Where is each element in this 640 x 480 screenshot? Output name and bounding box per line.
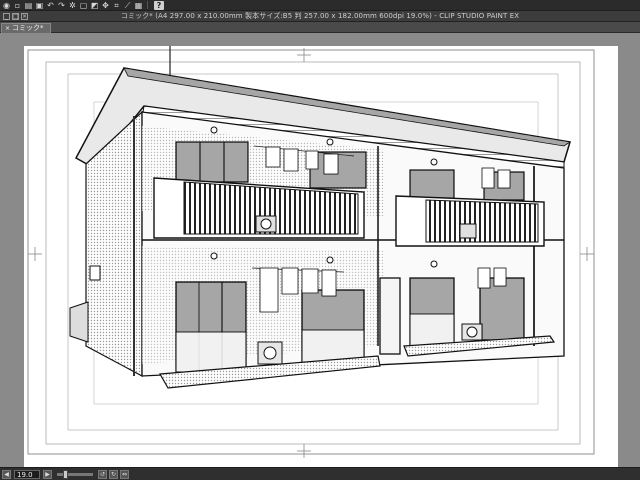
transform-icon[interactable]: ✥ <box>101 1 110 10</box>
rotate-left-button[interactable]: ↺ <box>98 469 107 479</box>
eye-icon[interactable]: ◉ <box>2 1 11 10</box>
command-bar: ◉ ▫ ▤ ▣ ↶ ↷ ✲ ▢ ◩ ✥ ⌗ ⟋ ▦ ? <box>0 0 640 11</box>
balcony-railing-right <box>425 199 539 243</box>
toolbar-divider <box>147 1 148 9</box>
upper-window-right <box>409 169 455 201</box>
redo-icon[interactable]: ↷ <box>57 1 66 10</box>
save-icon[interactable]: ▣ <box>35 1 44 10</box>
canvas-area[interactable] <box>0 33 640 467</box>
grid-icon[interactable]: ▦ <box>134 1 143 10</box>
open-file-icon[interactable]: ▤ <box>24 1 33 10</box>
clear-icon[interactable]: ▢ <box>79 1 88 10</box>
rotate-controls: ↺ ↻ ⇔ <box>98 469 129 479</box>
document-tab-bar: × コミック* <box>0 22 640 33</box>
settings-icon[interactable]: ✲ <box>68 1 77 10</box>
entrance-door <box>379 277 401 355</box>
side-gas-meter <box>69 301 89 343</box>
snap-icon[interactable]: ⌗ <box>112 1 121 10</box>
fill-icon[interactable]: ◩ <box>90 1 99 10</box>
status-bar: ◀ 19.0 ▶ ↺ ↻ ⇔ <box>0 467 640 480</box>
tab-comic-document[interactable]: × コミック* <box>1 23 51 33</box>
command-bar-buttons: ◉ ▫ ▤ ▣ ↶ ↷ ✲ ▢ ◩ ✥ ⌗ ⟋ ▦ <box>2 1 143 10</box>
flip-horizontal-button[interactable]: ⇔ <box>120 469 129 479</box>
tab-close-icon[interactable]: × <box>5 24 10 33</box>
new-file-icon[interactable]: ▫ <box>13 1 22 10</box>
zoom-dropdown-button[interactable]: ▶ <box>43 469 52 479</box>
window-title: コミック* (A4 297.00 x 210.00mm 製本サイズ:B5 判 2… <box>120 12 520 20</box>
zoom-slider[interactable] <box>57 469 93 479</box>
ruler-icon[interactable]: ⟋ <box>123 1 132 10</box>
artwork-apartment-building <box>27 46 595 458</box>
help-button[interactable]: ? <box>154 0 164 10</box>
aircon-unit-upper-right <box>459 223 477 239</box>
rotate-right-button[interactable]: ↻ <box>109 469 118 479</box>
tab-label: コミック* <box>12 24 44 32</box>
upper-window-left <box>175 141 249 183</box>
canvas-paper[interactable] <box>24 46 618 467</box>
nav-prev-button[interactable]: ◀ <box>2 469 11 479</box>
zoom-slider-handle[interactable] <box>63 469 68 479</box>
canvas-window-titlebar: _ □ × コミック* (A4 297.00 x 210.00mm 製本サイズ:… <box>0 11 640 22</box>
side-lamp <box>89 265 101 281</box>
zoom-input[interactable]: 19.0 <box>14 469 40 479</box>
undo-icon[interactable]: ↶ <box>46 1 55 10</box>
